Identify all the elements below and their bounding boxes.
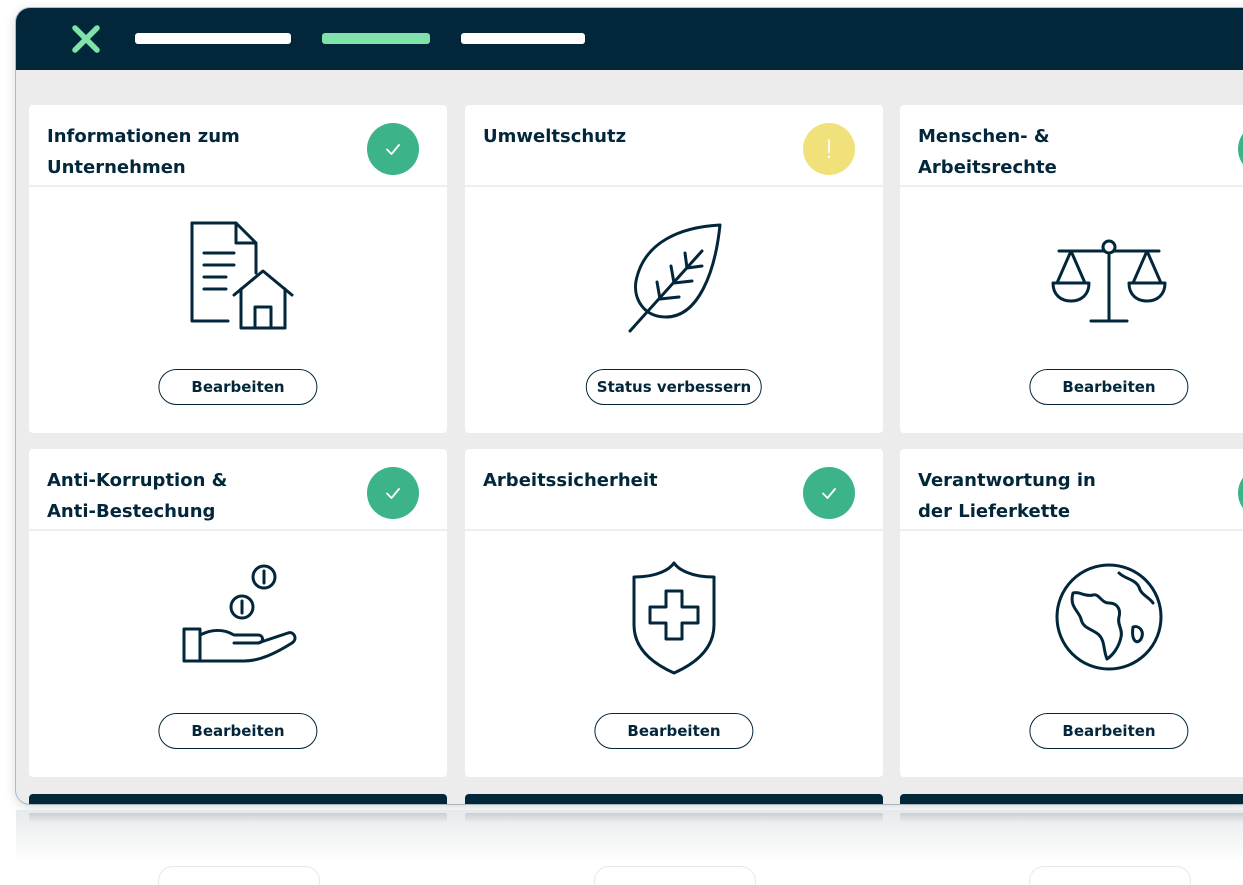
shield-cross-icon [632,561,716,675]
card-header: Anti-Korruption & Anti-Bestechung [29,449,447,531]
edit-button[interactable]: Bearbeiten [1029,713,1189,749]
nav-item-2-active[interactable] [322,33,430,44]
card-environmental-protection: Umweltschutz Status verbessern [465,105,883,433]
top-navigation-bar [16,8,1243,70]
card-top-edge [465,794,883,804]
hand-coins-icon [182,564,297,663]
edit-button[interactable]: Bearbeiten [158,369,318,405]
card-title: Arbeitssicherheit [483,470,658,491]
card-title: Menschen- & Arbeitsrechte [918,126,1057,178]
check-icon [822,488,836,499]
status-badge-complete [1238,467,1243,519]
reflection-pill [594,866,756,885]
improve-status-button[interactable]: Status verbessern [585,369,763,405]
card-top-edge [29,794,447,804]
leaf-icon [628,223,722,333]
reflection-pill [1029,866,1191,885]
document-house-icon [190,221,294,330]
reflection-bar [900,813,1243,823]
status-badge-complete [1238,123,1243,175]
reflection-bar [29,813,447,823]
card-header: Verantwortung in der Lieferkette [900,449,1243,531]
nav-item-1[interactable] [135,33,291,44]
globe-icon [1055,563,1163,671]
card-supply-chain-responsibility: Verantwortung in der Lieferkette Bearbei… [900,449,1243,777]
edit-button[interactable]: Bearbeiten [594,713,754,749]
card-human-labour-rights: Menschen- & Arbeitsrechte Bearbeiten [900,105,1243,433]
card-title: Umweltschutz [483,126,627,147]
edit-button[interactable]: Bearbeiten [158,713,318,749]
card-header: Arbeitssicherheit [465,449,883,531]
card-header: Menschen- & Arbeitsrechte [900,105,1243,187]
status-badge-complete [367,467,419,519]
reflection-bar [465,813,883,823]
card-occupational-safety: Arbeitssicherheit Bearbeiten [465,449,883,777]
card-anti-corruption: Anti-Korruption & Anti-Bestechung Bearbe… [29,449,447,777]
status-badge-complete [803,467,855,519]
app-window: Informationen zum Unternehmen Bearbeiten [16,8,1243,804]
window-reflection [16,810,1243,885]
card-title: Informationen zum Unternehmen [47,126,240,178]
check-icon [386,488,400,499]
card-title: Verantwortung in der Lieferkette [918,470,1096,522]
nav-item-3[interactable] [461,33,585,44]
reflection-pill [158,866,320,885]
status-badge-warning [803,123,855,175]
card-header: Informationen zum Unternehmen [29,105,447,187]
x-logo-icon[interactable] [70,24,102,54]
scales-icon [1051,239,1167,323]
card-header: Umweltschutz [465,105,883,187]
card-title: Anti-Korruption & Anti-Bestechung [47,470,228,522]
status-badge-complete [367,123,419,175]
check-icon [386,144,400,155]
edit-button[interactable]: Bearbeiten [1029,369,1189,405]
card-company-information: Informationen zum Unternehmen Bearbeiten [29,105,447,433]
exclamation-icon [827,139,831,159]
card-top-edge [900,794,1243,804]
